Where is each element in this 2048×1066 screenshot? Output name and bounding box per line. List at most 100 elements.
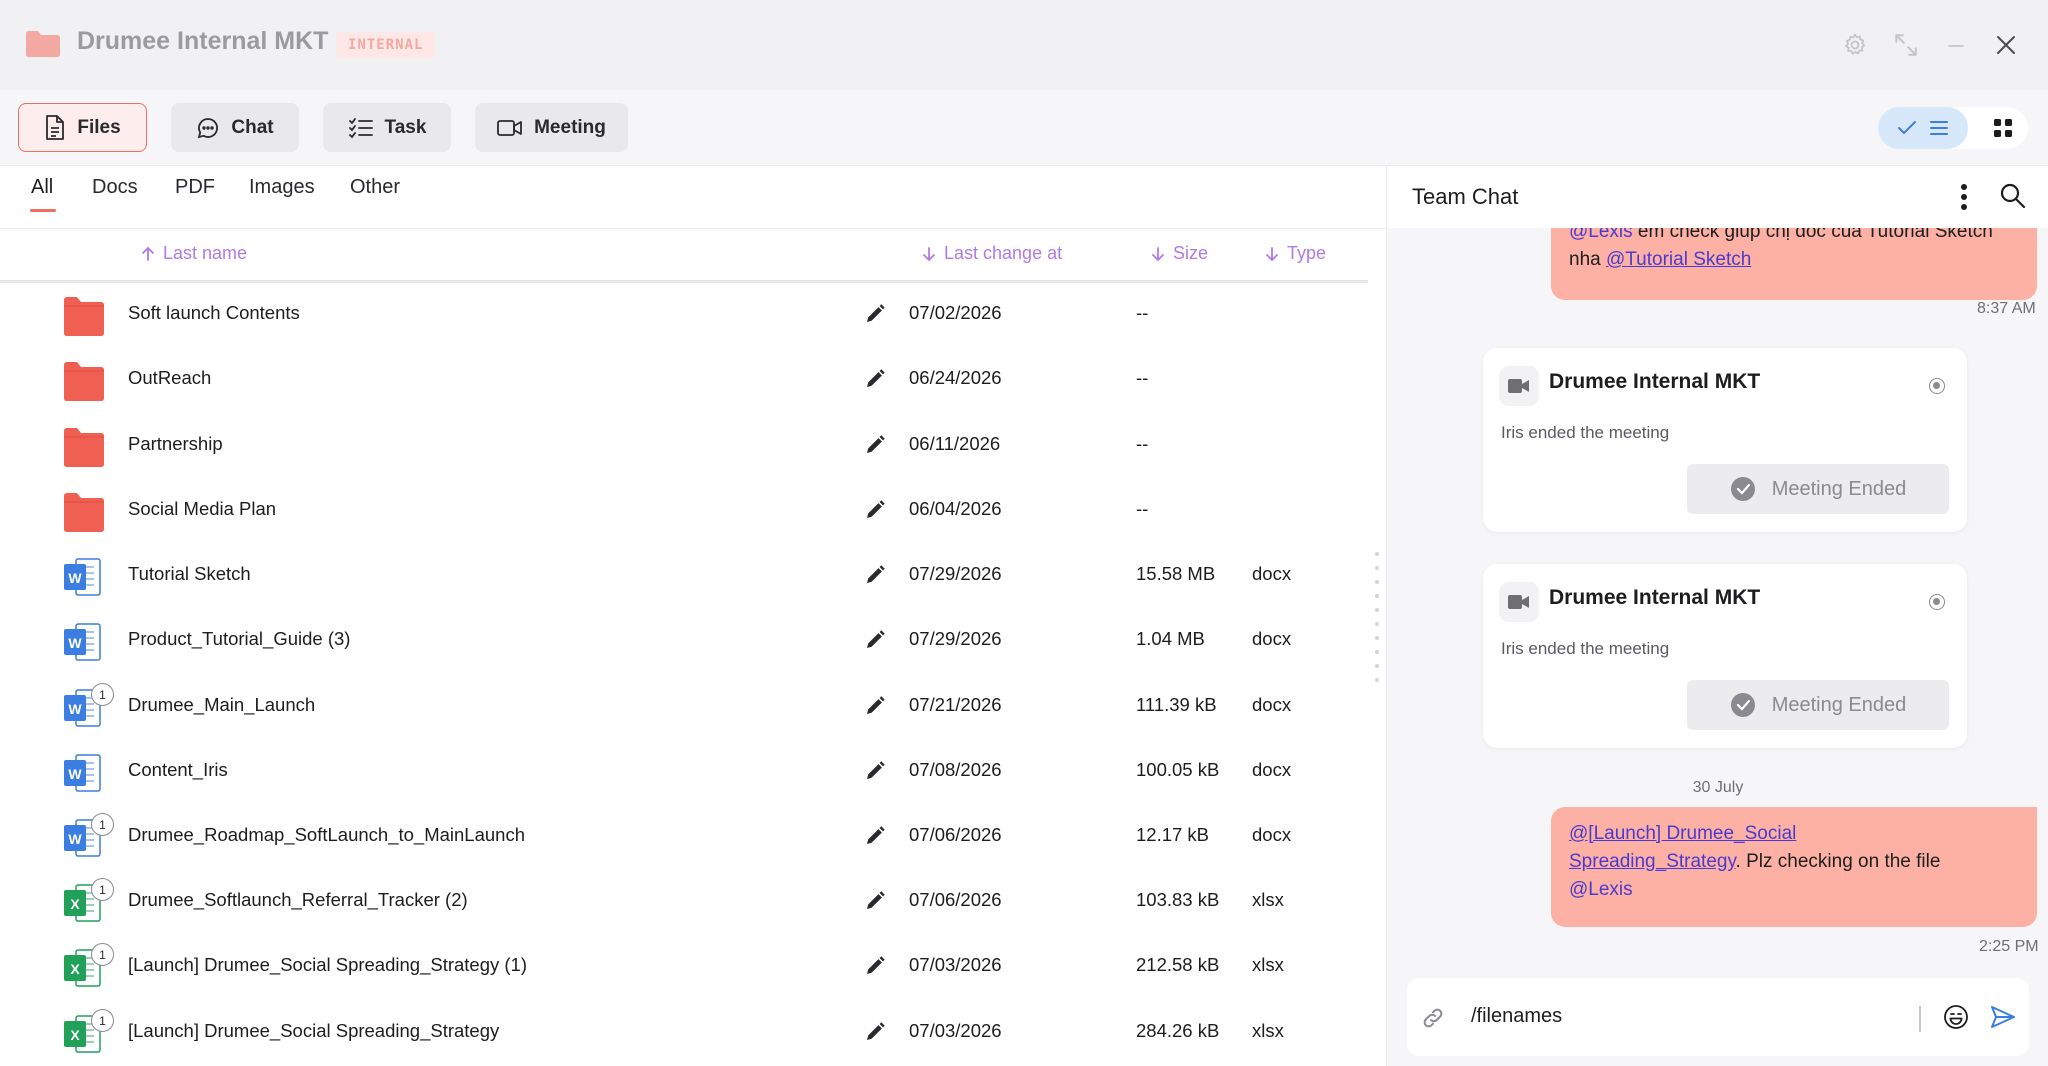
table-row[interactable]: W Tutorial Sketch 07/29/2026 15.58 MB docx <box>0 543 1368 608</box>
pencil-edit-icon[interactable] <box>864 760 886 782</box>
checklist-icon <box>348 117 373 138</box>
meeting-card: Drumee Internal MKT Iris ended the meeti… <box>1483 348 1967 532</box>
table-row[interactable]: W Content_Iris 07/08/2026 100.05 kB docx <box>0 739 1368 804</box>
mention[interactable]: @Lexis <box>1569 228 1633 242</box>
tab-chat[interactable]: Chat <box>171 103 299 152</box>
document-icon <box>46 114 65 140</box>
table-row[interactable]: Soft launch Contents 07/02/2026 -- <box>0 282 1368 347</box>
svg-text:W: W <box>68 635 82 651</box>
file-date: 07/03/2026 <box>909 1020 1002 1041</box>
file-name[interactable]: Tutorial Sketch <box>128 563 251 585</box>
pencil-edit-icon[interactable] <box>864 1021 886 1043</box>
meeting-ended-label: Meeting Ended <box>1771 477 1907 500</box>
list-icon <box>1930 121 1948 135</box>
svg-text:W: W <box>68 701 82 717</box>
main-tabs-bar: Files Chat Task Meeting <box>0 90 2048 166</box>
column-header-name[interactable]: Last name <box>141 243 247 264</box>
column-header-size[interactable]: Size <box>1151 243 1208 264</box>
file-name[interactable]: Partnership <box>128 433 223 455</box>
pencil-edit-icon[interactable] <box>864 564 886 586</box>
column-header-type[interactable]: Type <box>1265 243 1326 264</box>
search-icon[interactable] <box>1999 182 2027 210</box>
file-size: 212.58 kB <box>1136 954 1220 975</box>
filter-tab-images[interactable]: Images <box>249 176 315 199</box>
divider <box>0 228 1386 229</box>
tab-task-label: Task <box>384 116 427 138</box>
tab-task[interactable]: Task <box>323 103 451 152</box>
tab-files[interactable]: Files <box>18 103 147 152</box>
file-name[interactable]: Drumee_Main_Launch <box>128 694 315 716</box>
filter-tab-other[interactable]: Other <box>350 176 400 199</box>
status-dot-icon <box>1929 378 1945 394</box>
scrollbar[interactable] <box>1374 550 1380 690</box>
file-size: 12.17 kB <box>1136 824 1210 845</box>
table-row[interactable]: Social Media Plan 06/04/2026 -- <box>0 478 1368 543</box>
tab-chat-label: Chat <box>231 116 274 138</box>
table-row[interactable]: W 1 Drumee_Roadmap_SoftLaunch_to_MainLaunc… <box>0 804 1368 869</box>
file-link[interactable]: Spreading_Strategy <box>1569 851 1736 872</box>
word-document-icon: W <box>64 558 101 596</box>
pencil-edit-icon[interactable] <box>864 434 886 456</box>
more-vertical-icon[interactable] <box>1959 182 1969 212</box>
list-view-button[interactable] <box>1878 107 1968 149</box>
table-row[interactable]: Partnership 06/11/2026 -- <box>0 413 1368 478</box>
attachment-link-icon[interactable] <box>1421 1006 1445 1030</box>
file-link[interactable]: @Tutorial Sketch <box>1606 249 1751 270</box>
table-row[interactable]: X 1 [Launch] Drumee_Social Spreading_Strat… <box>0 934 1368 999</box>
table-row[interactable]: X 1 Drumee_Softlaunch_Referral_Tracker (2)… <box>0 869 1368 934</box>
file-name[interactable]: Drumee_Softlaunch_Referral_Tracker (2) <box>128 889 468 911</box>
file-name[interactable]: Soft launch Contents <box>128 302 300 324</box>
video-camera-icon <box>497 119 523 136</box>
file-name[interactable]: Content_Iris <box>128 759 228 781</box>
table-row[interactable]: W Product_Tutorial_Guide (3) 07/29/2026 1.0… <box>0 608 1368 673</box>
check-circle-icon <box>1730 477 1755 501</box>
file-date: 06/24/2026 <box>909 367 1002 388</box>
filter-tab-docs[interactable]: Docs <box>92 176 138 199</box>
emoji-icon[interactable] <box>1943 1004 1969 1030</box>
version-badge: 1 <box>91 813 114 836</box>
file-name[interactable]: Drumee_Roadmap_SoftLaunch_to_MainLaunch <box>128 824 525 846</box>
mention[interactable]: @Lexis <box>1569 879 1633 900</box>
meeting-ended-status: Meeting Ended <box>1687 680 1949 730</box>
filter-tab-all[interactable]: All <box>31 176 53 199</box>
minimize-icon[interactable] <box>1939 28 1973 62</box>
pencil-edit-icon[interactable] <box>864 303 886 325</box>
meeting-card: Drumee Internal MKT Iris ended the meeti… <box>1483 564 1967 748</box>
file-name[interactable]: Social Media Plan <box>128 498 276 520</box>
file-size: -- <box>1136 367 1149 388</box>
settings-gear-icon[interactable] <box>1838 28 1872 62</box>
chat-messages[interactable]: @Lexis em check giúp chị doc của Tutoria… <box>1387 228 2048 1036</box>
pencil-edit-icon[interactable] <box>864 368 886 390</box>
file-date: 07/06/2026 <box>909 824 1002 845</box>
send-icon[interactable] <box>1991 1006 2015 1028</box>
file-size: 284.26 kB <box>1136 1020 1220 1041</box>
table-row[interactable]: X 1 [Launch] Drumee_Social Spreading_Strat… <box>0 1000 1368 1065</box>
pencil-edit-icon[interactable] <box>864 629 886 651</box>
file-name[interactable]: Product_Tutorial_Guide (3) <box>128 628 350 650</box>
filter-tab-pdf[interactable]: PDF <box>175 176 215 199</box>
pencil-edit-icon[interactable] <box>864 499 886 521</box>
expand-icon[interactable] <box>1889 28 1923 62</box>
check-icon <box>1898 121 1916 135</box>
close-icon[interactable] <box>1989 28 2023 62</box>
file-name[interactable]: [Launch] Drumee_Social Spreading_Strateg… <box>128 1020 499 1042</box>
message-input[interactable] <box>1471 998 1901 1034</box>
table-row[interactable]: OutReach 06/24/2026 -- <box>0 347 1368 412</box>
tab-meeting[interactable]: Meeting <box>475 103 628 152</box>
file-date: 07/03/2026 <box>909 954 1002 975</box>
pencil-edit-icon[interactable] <box>864 955 886 977</box>
pencil-edit-icon[interactable] <box>864 890 886 912</box>
team-chat-panel: @Lexis em check giúp chị doc của Tutoria… <box>1386 166 2048 1066</box>
pencil-edit-icon[interactable] <box>864 825 886 847</box>
chat-header: Team Chat <box>1387 166 2048 228</box>
table-row[interactable]: W 1 Drumee_Main_Launch 07/21/2026 111.39 kB d… <box>0 674 1368 739</box>
file-name[interactable]: OutReach <box>128 367 211 389</box>
pencil-edit-icon[interactable] <box>864 695 886 717</box>
grid-view-button[interactable] <box>1982 107 2024 149</box>
version-badge: 1 <box>91 878 114 901</box>
file-name[interactable]: [Launch] Drumee_Social Spreading_Strateg… <box>128 954 527 976</box>
view-toggle <box>1878 107 2028 149</box>
svg-text:X: X <box>70 961 80 977</box>
column-header-changed[interactable]: Last change at <box>922 243 1062 264</box>
file-link[interactable]: @[Launch] Drumee_Social <box>1569 823 1796 844</box>
